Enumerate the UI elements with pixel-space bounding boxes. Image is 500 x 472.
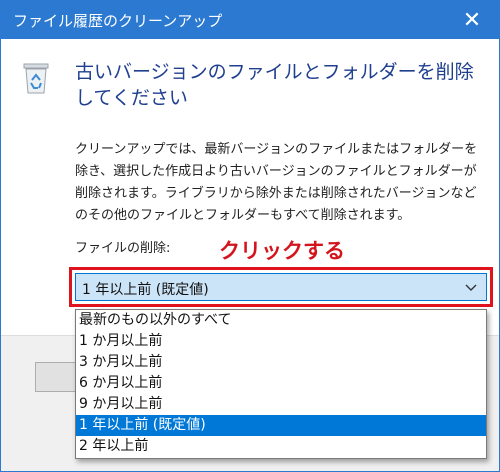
title-bar: ファイル履歴のクリーンアップ ✕ <box>1 1 499 39</box>
dropdown-option[interactable]: 6 か月以上前 <box>76 373 486 394</box>
dialog-content: 古いバージョンのファイルとフォルダーを削除してください クリーンアップでは、最新… <box>1 39 499 471</box>
dropdown-option[interactable]: 1 か月以上前 <box>76 331 486 352</box>
close-icon: ✕ <box>462 7 482 33</box>
dropdown-list: 最新のもの以外のすべて 1 か月以上前 3 か月以上前 6 か月以上前 9 か月… <box>75 309 487 459</box>
dialog-description: クリーンアップでは、最新バージョンのファイルまたはフォルダーを除き、選択した作成… <box>75 142 478 223</box>
click-annotation: クリックする <box>219 239 345 263</box>
close-button[interactable]: ✕ <box>457 5 487 35</box>
dropdown-option[interactable]: 3 か月以上前 <box>76 352 486 373</box>
delete-period-dropdown[interactable]: 1 年以上前 (既定値) <box>75 273 487 301</box>
dropdown-selected-value: 1 年以上前 (既定値) <box>82 282 209 298</box>
dropdown-option[interactable]: 最新のもの以外のすべて <box>76 310 486 331</box>
dialog-heading: 古いバージョンのファイルとフォルダーを削除してください <box>75 61 474 109</box>
window-title: ファイル履歴のクリーンアップ <box>13 12 223 30</box>
dropdown-option[interactable]: 9 か月以上前 <box>76 394 486 415</box>
recycle-bin-icon <box>23 63 49 94</box>
cleanup-dialog: ファイル履歴のクリーンアップ ✕ 古いバージョンのファイルとフォルダーを削除して… <box>0 0 500 472</box>
dropdown-option-selected[interactable]: 1 年以上前 (既定値) <box>76 415 486 436</box>
delete-files-label: ファイルの削除: <box>75 241 171 256</box>
chevron-down-icon <box>465 284 477 291</box>
dropdown-option[interactable]: 2 年以上前 <box>76 436 486 457</box>
